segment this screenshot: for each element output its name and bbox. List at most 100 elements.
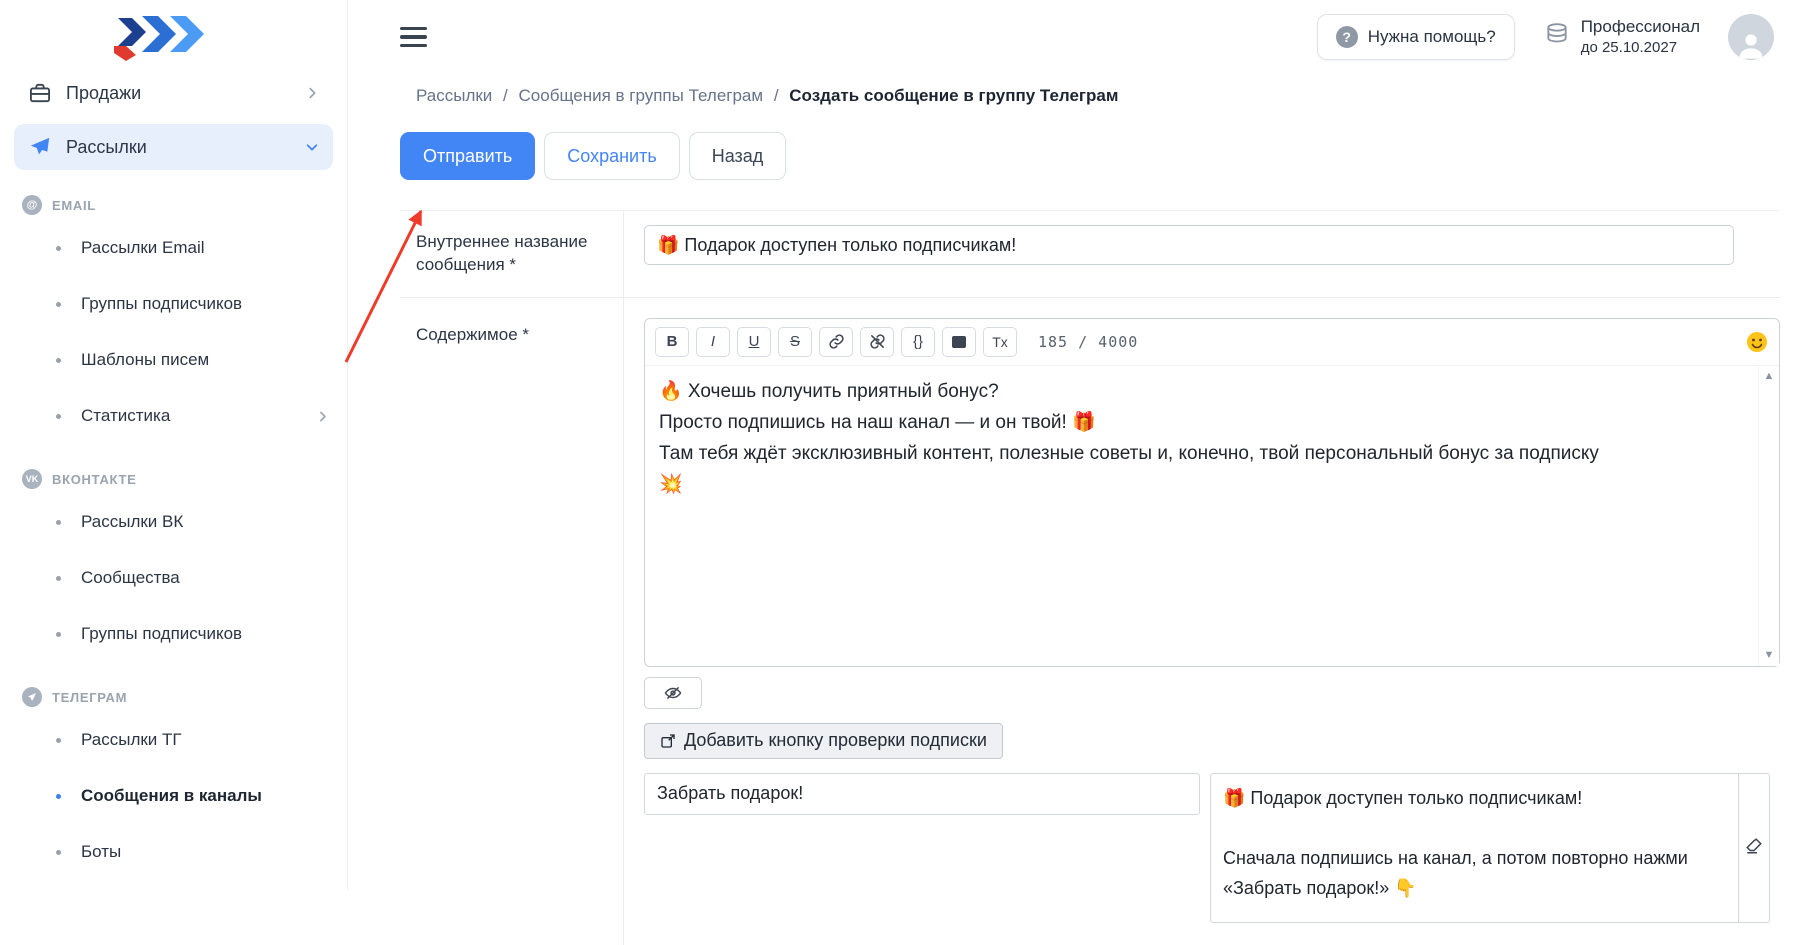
bullet-icon — [56, 794, 61, 799]
sidebar-item-label: Группы подписчиков — [81, 624, 242, 644]
plan-expiry: до 25.10.2027 — [1581, 38, 1700, 58]
bullet-icon — [56, 520, 61, 525]
sidebar-item-label: Продажи — [66, 83, 141, 104]
breadcrumb: Рассылки / Сообщения в группы Телеграм /… — [416, 86, 1778, 106]
scroll-down-icon[interactable]: ▼ — [1764, 650, 1775, 661]
sidebar-section-email: @ EMAIL — [22, 190, 333, 220]
sidebar-item-tg-mailings[interactable]: Рассылки ТГ — [0, 712, 347, 768]
sidebar-item-statistics[interactable]: Статистика — [0, 388, 347, 444]
sidebar: Продажи Рассылки @ EMAIL Рассылки Email — [0, 0, 348, 890]
message-form: Внутреннее название сообщения * Содержим… — [400, 210, 1780, 945]
coins-icon — [1543, 22, 1571, 53]
chevron-right-icon — [316, 410, 329, 423]
question-icon: ? — [1336, 26, 1358, 48]
help-button-label: Нужна помощь? — [1368, 27, 1496, 47]
name-field-label: Внутреннее название сообщения * — [400, 211, 624, 297]
breadcrumb-link-tg-group-messages[interactable]: Сообщения в группы Телеграм — [519, 86, 764, 105]
sidebar-item-label: Шаблоны писем — [81, 350, 209, 370]
content-field-label: Содержимое * — [400, 298, 624, 945]
sidebar-item-sales[interactable]: Продажи — [14, 70, 333, 116]
add-subscription-check-button[interactable]: Добавить кнопку проверки подписки — [644, 723, 1003, 759]
code-icon[interactable]: {} — [901, 327, 935, 357]
sidebar-item-communities[interactable]: Сообщества — [0, 550, 347, 606]
sidebar-item-label: Сообщения в каналы — [81, 786, 262, 806]
bullet-icon — [56, 738, 61, 743]
logo-icon — [112, 16, 208, 62]
chevron-down-icon — [305, 140, 319, 154]
check-button-text-input[interactable] — [644, 773, 1200, 815]
breadcrumb-link-mailings[interactable]: Рассылки — [416, 86, 492, 105]
char-counter: 185 / 4000 — [1038, 333, 1138, 351]
content: Рассылки / Сообщения в группы Телеграм /… — [348, 86, 1798, 945]
paper-plane-icon — [28, 136, 52, 158]
sidebar-item-label: Рассылки ТГ — [81, 730, 182, 750]
emoji-picker-icon[interactable] — [1745, 330, 1769, 354]
help-button[interactable]: ? Нужна помощь? — [1317, 14, 1515, 60]
bullet-icon — [56, 850, 61, 855]
editor-text-line: 🔥 Хочешь получить приятный бонус? — [659, 376, 1743, 407]
sidebar-item-subscriber-groups-email[interactable]: Группы подписчиков — [0, 276, 347, 332]
sidebar-item-label: Рассылки — [66, 137, 147, 158]
spoiler-preview-button[interactable] — [644, 677, 702, 709]
sidebar-item-mailings[interactable]: Рассылки — [14, 124, 333, 170]
sidebar-item-label: Группы подписчиков — [81, 294, 242, 314]
back-button[interactable]: Назад — [689, 132, 787, 180]
briefcase-icon — [28, 83, 52, 103]
telegram-icon — [22, 687, 42, 707]
check-message-field: 🎁 Подарок доступен только подписчикам! С… — [1210, 773, 1770, 923]
bold-icon[interactable]: B — [655, 327, 689, 357]
underline-icon[interactable]: U — [737, 327, 771, 357]
sidebar-item-email-mailings[interactable]: Рассылки Email — [0, 220, 347, 276]
editor-scrollbar[interactable]: ▲ ▼ — [1758, 366, 1779, 666]
sidebar-item-label: Рассылки Email — [81, 238, 205, 258]
scroll-up-icon[interactable]: ▲ — [1764, 371, 1775, 382]
bullet-icon — [56, 246, 61, 251]
clear-format-icon[interactable]: Tx — [983, 327, 1017, 357]
sidebar-item-label: Боты — [81, 842, 121, 862]
bullet-icon — [56, 302, 61, 307]
bullet-icon — [56, 632, 61, 637]
send-button[interactable]: Отправить — [400, 132, 535, 180]
check-message-toolbar — [1738, 774, 1769, 922]
form-row-content: Содержимое * B I U S — [400, 298, 1780, 945]
bullet-icon — [56, 414, 61, 419]
check-message-text[interactable]: 🎁 Подарок доступен только подписчикам! С… — [1211, 774, 1769, 912]
page: Продажи Рассылки @ EMAIL Рассылки Email — [0, 0, 1798, 890]
editor-text-line: Там тебя ждёт эксклюзивный контент, поле… — [659, 438, 1743, 469]
plan-name: Профессионал — [1581, 16, 1700, 38]
eye-slash-icon — [663, 684, 683, 702]
internal-name-input[interactable] — [644, 225, 1734, 265]
link-icon[interactable] — [819, 327, 853, 357]
logo[interactable] — [112, 16, 208, 62]
spoiler-icon[interactable] — [942, 327, 976, 357]
clear-format-icon[interactable] — [1742, 834, 1766, 858]
vk-icon: VK — [22, 469, 42, 489]
email-at-icon: @ — [22, 195, 42, 215]
sidebar-item-letter-templates[interactable]: Шаблоны писем — [0, 332, 347, 388]
plan-info: Профессионал до 25.10.2027 — [1543, 16, 1700, 58]
add-subscription-check-label: Добавить кнопку проверки подписки — [684, 730, 987, 751]
save-button[interactable]: Сохранить — [544, 132, 679, 180]
italic-icon[interactable]: I — [696, 327, 730, 357]
bullet-icon — [56, 358, 61, 363]
sidebar-item-vk-mailings[interactable]: Рассылки ВК — [0, 494, 347, 550]
sidebar-item-channel-messages[interactable]: Сообщения в каналы — [0, 768, 347, 824]
hamburger-menu-icon[interactable] — [400, 22, 427, 53]
chevron-right-icon — [305, 86, 319, 100]
breadcrumb-separator: / — [503, 86, 508, 105]
rich-text-editor: B I U S {} — [644, 318, 1780, 667]
bullet-icon — [56, 576, 61, 581]
strikethrough-icon[interactable]: S — [778, 327, 812, 357]
sidebar-item-bots[interactable]: Боты — [0, 824, 347, 880]
subscription-check-fields: 🎁 Подарок доступен только подписчикам! С… — [644, 773, 1780, 923]
breadcrumb-current: Создать сообщение в группу Телеграм — [789, 86, 1118, 105]
sidebar-section-telegram: ТЕЛЕГРАМ — [22, 682, 333, 712]
sidebar-item-subscriber-groups-vk[interactable]: Группы подписчиков — [0, 606, 347, 662]
sidebar-item-label: Рассылки ВК — [81, 512, 183, 532]
unlink-icon[interactable] — [860, 327, 894, 357]
sidebar-item-label: Сообщества — [81, 568, 180, 588]
avatar[interactable] — [1728, 14, 1774, 60]
message-content-editor[interactable]: 🔥 Хочешь получить приятный бонус? Просто… — [645, 366, 1779, 666]
external-link-icon — [660, 733, 676, 749]
sidebar-item-label: Статистика — [81, 406, 170, 426]
